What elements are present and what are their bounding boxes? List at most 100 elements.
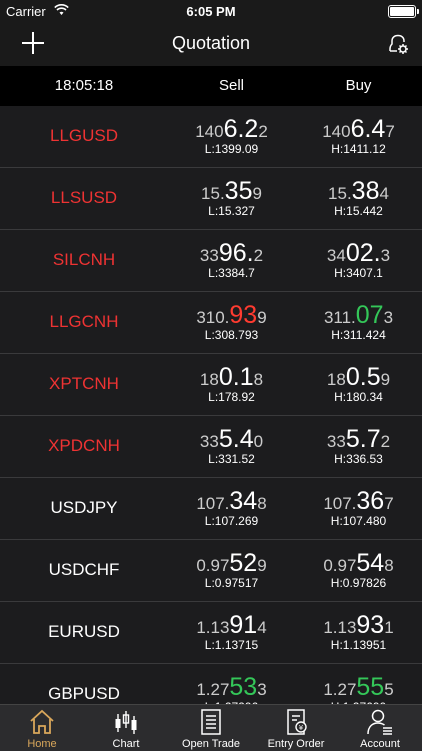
- sell-quote[interactable]: 310.939 L:308.793: [168, 300, 295, 342]
- tab-home[interactable]: Home: [0, 705, 84, 751]
- buy-price: 1.27555: [295, 672, 422, 702]
- quote-row[interactable]: SILCNH 3396.2 L:3384.7 3402.3 H:3407.1: [0, 230, 422, 292]
- quote-row[interactable]: XPDCNH 335.40 L:331.52 335.72 H:336.53: [0, 416, 422, 478]
- quote-row[interactable]: LLGUSD 1406.22 L:1399.09 1406.47 H:1411.…: [0, 106, 422, 168]
- sell-quote[interactable]: 335.40 L:331.52: [168, 424, 295, 466]
- price-prefix: 1.27: [323, 680, 357, 699]
- buy-high: H:1411.12: [331, 142, 386, 156]
- price-prefix: 18: [326, 370, 346, 389]
- price-suffix: 0: [253, 432, 264, 451]
- price-pips: 93: [356, 611, 385, 639]
- sell-price: 1.27533: [168, 672, 295, 702]
- sell-quote[interactable]: 0.97529 L:0.97517: [168, 548, 295, 590]
- price-suffix: 4: [257, 618, 267, 637]
- tab-open-trade[interactable]: Open Trade: [168, 705, 254, 751]
- quote-row[interactable]: EURUSD 1.13914 L:1.13715 1.13931 H:1.139…: [0, 602, 422, 664]
- status-bar: Carrier 6:05 PM: [0, 0, 422, 22]
- price-prefix: 0.97: [196, 556, 230, 575]
- buy-quote[interactable]: 107.367 H:107.480: [295, 486, 422, 528]
- sell-quote[interactable]: 1406.22 L:1399.09: [168, 114, 295, 156]
- sell-quote[interactable]: 180.18 L:178.92: [168, 362, 295, 404]
- quote-row[interactable]: LLGCNH 310.939 L:308.793 311.073 H:311.4…: [0, 292, 422, 354]
- sell-low: L:107.269: [204, 514, 259, 528]
- settings-icon[interactable]: [386, 32, 410, 56]
- price-suffix: 2: [258, 122, 268, 141]
- price-suffix: 3: [383, 308, 394, 327]
- sell-quote[interactable]: 3396.2 L:3384.7: [168, 238, 295, 280]
- sell-low: L:178.92: [208, 390, 255, 404]
- quote-row[interactable]: GBPUSD 1.27533 L:1.27296 1.27555 H:1.276…: [0, 664, 422, 704]
- price-suffix: 8: [384, 556, 394, 575]
- buy-quote[interactable]: 1.13931 H:1.13951: [295, 610, 422, 652]
- symbol-label: XPDCNH: [48, 436, 120, 455]
- tab-entry-order[interactable]: ¥ Entry Order: [254, 705, 338, 751]
- price-pips: 38: [351, 177, 380, 205]
- symbol-label: LLGCNH: [49, 312, 119, 331]
- buy-price: 15.384: [295, 176, 422, 206]
- sell-low: L:3384.7: [208, 266, 255, 280]
- price-suffix: 1: [384, 618, 394, 637]
- price-prefix: 34: [326, 246, 346, 265]
- sell-price: 1.13914: [168, 610, 295, 640]
- buy-quote[interactable]: 311.073 H:311.424: [295, 300, 422, 342]
- buy-price: 1.13931: [295, 610, 422, 640]
- price-pips: 91: [229, 611, 258, 639]
- buy-quote[interactable]: 0.97548 H:0.97826: [295, 548, 422, 590]
- sell-price: 310.939: [168, 300, 295, 330]
- price-pips: 0.1: [218, 363, 254, 391]
- sell-quote[interactable]: 1.13914 L:1.13715: [168, 610, 295, 652]
- quote-row[interactable]: XPTCNH 180.18 L:178.92 180.59 H:180.34: [0, 354, 422, 416]
- symbol-label: SILCNH: [52, 250, 116, 269]
- price-pips: 55: [356, 673, 385, 701]
- price-prefix: 33: [199, 432, 219, 451]
- tab-label: Account: [360, 738, 400, 750]
- tab-chart[interactable]: Chart: [84, 705, 168, 751]
- buy-column-header: Buy: [345, 77, 372, 94]
- price-prefix: 107.: [323, 494, 357, 513]
- quote-row[interactable]: USDCHF 0.97529 L:0.97517 0.97548 H:0.978…: [0, 540, 422, 602]
- price-suffix: 8: [257, 494, 267, 513]
- sell-low: L:1399.09: [204, 142, 259, 156]
- buy-quote[interactable]: 1406.47 H:1411.12: [295, 114, 422, 156]
- sell-quote[interactable]: 15.359 L:15.327: [168, 176, 295, 218]
- buy-quote[interactable]: 3402.3 H:3407.1: [295, 238, 422, 280]
- sell-price: 180.18: [168, 362, 295, 392]
- price-prefix: 311.: [323, 308, 356, 327]
- price-pips: 52: [229, 549, 258, 577]
- buy-quote[interactable]: 180.59 H:180.34: [295, 362, 422, 404]
- buy-high: H:15.442: [334, 204, 383, 218]
- price-prefix: 310.: [196, 308, 230, 327]
- sell-quote[interactable]: 1.27533 L:1.27296: [168, 672, 295, 704]
- price-pips: 93: [229, 301, 258, 329]
- price-pips: 35: [224, 177, 253, 205]
- price-prefix: 33: [199, 246, 219, 265]
- buy-quote[interactable]: 335.72 H:336.53: [295, 424, 422, 466]
- person-icon: [338, 708, 422, 736]
- price-prefix: 1.27: [196, 680, 230, 699]
- sell-column-header: Sell: [218, 77, 244, 94]
- symbol-label: USDJPY: [50, 498, 118, 517]
- price-suffix: 7: [385, 122, 395, 141]
- sell-quote[interactable]: 107.348 L:107.269: [168, 486, 295, 528]
- quote-row[interactable]: LLSUSD 15.359 L:15.327 15.384 H:15.442: [0, 168, 422, 230]
- buy-high: H:0.97826: [330, 576, 387, 590]
- tab-label: Chart: [112, 738, 140, 750]
- symbol-label: USDCHF: [48, 560, 120, 579]
- sell-price: 0.97529: [168, 548, 295, 578]
- sell-low: L:15.327: [208, 204, 255, 218]
- price-pips: 07: [355, 301, 384, 329]
- buy-high: H:311.424: [331, 328, 386, 342]
- quote-list[interactable]: LLGUSD 1406.22 L:1399.09 1406.47 H:1411.…: [0, 106, 422, 704]
- tab-account[interactable]: Account: [338, 705, 422, 751]
- price-suffix: 9: [257, 556, 267, 575]
- buy-quote[interactable]: 1.27555 H:1.27690: [295, 672, 422, 704]
- symbol-label: EURUSD: [48, 622, 120, 641]
- price-prefix: 1.13: [323, 618, 357, 637]
- tab-bar: Home Chart Open Trade ¥ Entry Order Account: [0, 704, 422, 751]
- price-pips: 53: [229, 673, 258, 701]
- buy-price: 311.073: [295, 300, 422, 330]
- buy-price: 107.367: [295, 486, 422, 516]
- quote-row[interactable]: USDJPY 107.348 L:107.269 107.367 H:107.4…: [0, 478, 422, 540]
- buy-quote[interactable]: 15.384 H:15.442: [295, 176, 422, 218]
- price-prefix: 140: [322, 122, 351, 141]
